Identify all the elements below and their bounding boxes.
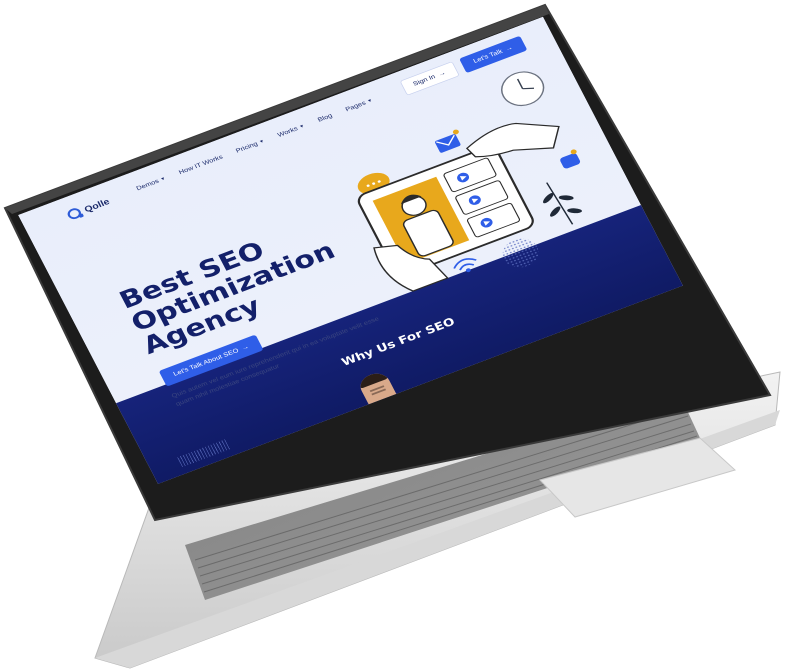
menu-item-works[interactable]: Works ▼ [277, 123, 306, 139]
logo[interactable]: Qolle [65, 196, 112, 221]
chevron-down-icon: ▼ [366, 98, 374, 104]
chevron-down-icon: ▼ [298, 123, 306, 130]
mail-icon [435, 129, 461, 153]
wifi-icon [453, 258, 477, 273]
arrow-right-icon: → [436, 69, 447, 79]
logo-text: Qolle [82, 196, 112, 215]
menu-item-how-it-works[interactable]: How IT Works [178, 154, 224, 176]
menu-label: Pages [344, 99, 368, 114]
logo-icon [65, 206, 84, 221]
menu-label: Pricing [234, 140, 259, 155]
chevron-down-icon: ▼ [258, 139, 266, 145]
lets-talk-label: Let's Talk [472, 48, 504, 65]
menu-item-demos[interactable]: Demos ▼ [135, 175, 167, 192]
menu-label: Works [276, 125, 300, 139]
menu-item-blog[interactable]: Blog [317, 112, 334, 123]
menu-item-pricing[interactable]: Pricing ▼ [235, 138, 266, 154]
clock-icon [501, 71, 545, 107]
menu-label: How IT Works [177, 153, 225, 176]
plant-illustration [543, 182, 582, 225]
menu-label: Demos [135, 177, 161, 193]
arrow-right-icon: → [504, 44, 515, 53]
chevron-down-icon: ▼ [159, 176, 167, 182]
menu-item-pages[interactable]: Pages ▼ [344, 97, 374, 113]
chat-bubble-icon [560, 149, 581, 169]
menu-label: Blog [316, 112, 334, 124]
arrow-right-icon: → [240, 343, 251, 352]
sign-in-label: Sign In [412, 73, 437, 88]
laptop-mockup: Qolle Demos ▼ How IT Works Pricing ▼ Wor… [0, 0, 788, 672]
